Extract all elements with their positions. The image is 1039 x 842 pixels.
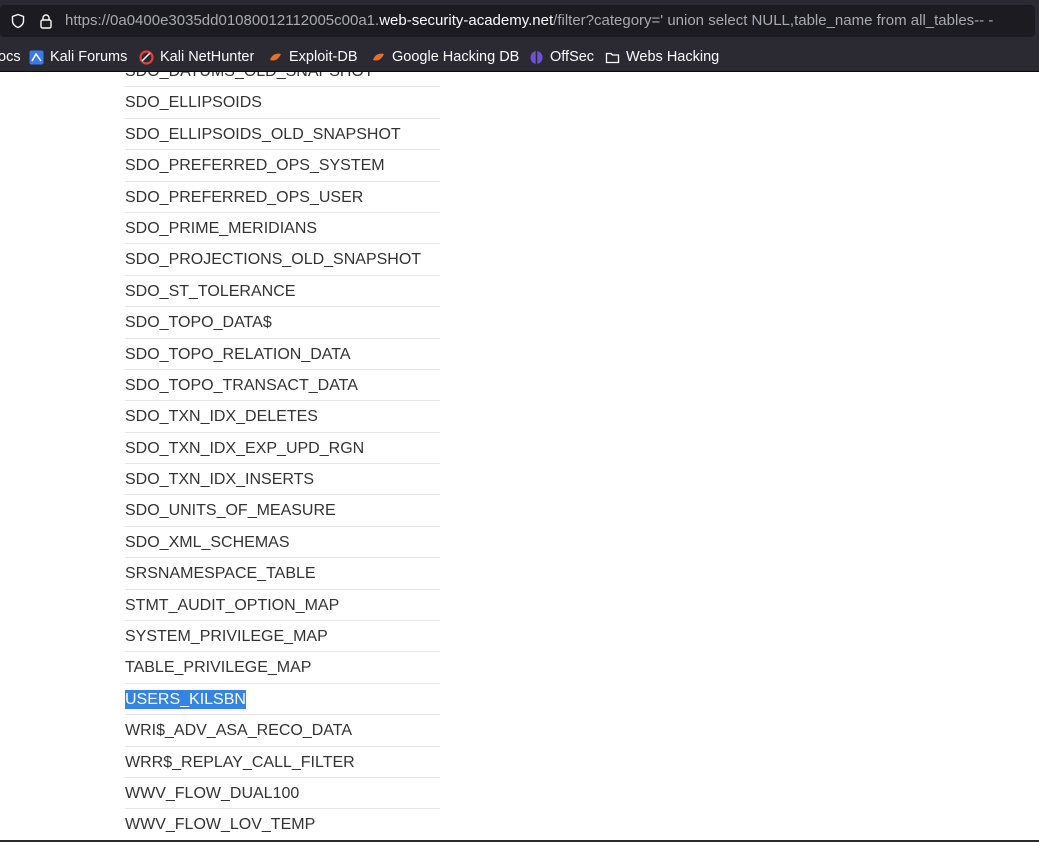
table-row: SDO_XML_SCHEMAS <box>125 527 440 559</box>
table-row: SDO_PRIME_MERIDIANS <box>125 213 440 245</box>
bookmark-label: Kali NetHunter <box>160 49 255 65</box>
shield-icon[interactable] <box>10 13 26 29</box>
url-host: web-security-academy.net <box>379 12 554 29</box>
table-row: SDO_TXN_IDX_DELETES <box>125 401 440 433</box>
google-hacking-db-icon <box>373 53 384 61</box>
bookmark-label: Google Hacking DB <box>392 49 520 65</box>
table-row: WWV_FLOW_DUAL100 <box>125 778 440 810</box>
table-name-cell: SDO_TOPO_DATA$ <box>125 314 272 332</box>
bookmarks-toolbar: ocs Kali Forums Kali NetHunter Exploit-D… <box>0 42 1039 72</box>
url-path: /filter?category=' union select NULL,tab… <box>553 12 994 29</box>
table-name-cell: WRI$_ADV_ASA_RECO_DATA <box>125 722 353 740</box>
bookmark-folder-webs-hacking[interactable]: Webs Hacking <box>605 47 719 67</box>
table-row: SDO_TOPO_TRANSACT_DATA <box>125 370 440 402</box>
url-text[interactable]: https://0a0400e3035dd01080012112005c00a1… <box>65 11 993 31</box>
table-name-cell: SDO_ELLIPSOIDS_OLD_SNAPSHOT <box>125 125 401 143</box>
page-content: SDO_DATUMS_OLD_SNAPSHOT SDO_ELLIPSOIDS SDO… <box>0 72 1039 840</box>
table-name-cell: SDO_PRIME_MERIDIANS <box>125 219 318 237</box>
table-name-cell: SDO_TOPO_TRANSACT_DATA <box>125 376 358 394</box>
browser-url-bar: https://0a0400e3035dd01080012112005c00a1… <box>0 0 1039 42</box>
table-row: USERS_KILSBN <box>125 684 440 716</box>
kali-forums-icon <box>29 50 44 64</box>
table-row: SRSNAMESPACE_TABLE <box>125 558 440 590</box>
table-name-cell: SDO_PROJECTIONS_OLD_SNAPSHOT <box>125 251 422 269</box>
table-name-cell: SDO_ELLIPSOIDS <box>125 94 262 112</box>
bookmark-offsec[interactable]: OffSec <box>529 47 594 67</box>
table-row: WRR$_REPLAY_CALL_FILTER <box>125 747 440 778</box>
table-row: SDO_UNITS_OF_MEASURE <box>125 495 440 527</box>
table-row: SDO_ST_TOLERANCE <box>125 276 440 308</box>
address-field[interactable]: https://0a0400e3035dd01080012112005c00a1… <box>0 5 1035 37</box>
table-name-cell: WWV_FLOW_DUAL100 <box>125 784 300 802</box>
bookmark-label: ocs <box>0 49 21 65</box>
bookmark-kali-nethunter[interactable]: Kali NetHunter <box>139 47 254 67</box>
table-row: SDO_ELLIPSOIDS_OLD_SNAPSHOT <box>125 119 440 151</box>
table-name-cell: SDO_DATUMS_OLD_SNAPSHOT <box>125 72 374 81</box>
bookmark-label: Exploit-DB <box>289 49 358 65</box>
bookmark-exploit-db[interactable]: Exploit-DB <box>268 47 358 67</box>
table-name-cell: TABLE_PRIVILEGE_MAP <box>125 659 312 677</box>
table-name-cell: SDO_UNITS_OF_MEASURE <box>125 502 336 520</box>
table-row: SDO_PREFERRED_OPS_SYSTEM <box>125 150 440 182</box>
lock-icon[interactable] <box>38 13 54 29</box>
table-row: SYSTEM_PRIVILEGE_MAP <box>125 621 440 653</box>
table-row: SDO_TOPO_RELATION_DATA <box>125 339 440 370</box>
url-prefix: https://0a0400e3035dd01080012112005c00a1… <box>65 12 380 29</box>
table-row: WRI$_ADV_ASA_RECO_DATA <box>125 715 440 747</box>
table-name-cell: SDO_TXN_IDX_INSERTS <box>125 471 315 489</box>
table-name-cell: WRR$_REPLAY_CALL_FILTER <box>125 753 355 771</box>
table-row: STMT_AUDIT_OPTION_MAP <box>125 590 440 622</box>
table-name-cell: SYSTEM_PRIVILEGE_MAP <box>125 628 328 646</box>
table-row: SDO_ELLIPSOIDS <box>125 87 440 119</box>
table-name-cell: SDO_TXN_IDX_EXP_UPD_RGN <box>125 439 365 457</box>
table-row: SDO_TOPO_DATA$ <box>125 307 440 339</box>
table-name-cell: SDO_PREFERRED_OPS_USER <box>125 188 364 206</box>
table-row: SDO_DATUMS_OLD_SNAPSHOT <box>125 72 440 88</box>
bookmark-kali-forums[interactable]: Kali Forums <box>29 47 127 67</box>
bookmark-label: Webs Hacking <box>626 49 720 65</box>
table-name-cell: SDO_XML_SCHEMAS <box>125 533 290 551</box>
table-name-cell: WWV_FLOW_LOV_TEMP <box>125 816 316 834</box>
table-name-cell: STMT_AUDIT_OPTION_MAP <box>125 596 340 614</box>
bookmark-label: Kali Forums <box>50 49 128 65</box>
table-name-cell: SDO_ST_TOLERANCE <box>125 282 296 300</box>
table-row: WWV_FLOW_LOV_TEMP <box>125 809 440 840</box>
table-name-cell: SDO_TOPO_RELATION_DATA <box>125 345 351 363</box>
table-name-cell: SDO_PREFERRED_OPS_SYSTEM <box>125 157 385 175</box>
offsec-icon <box>530 50 543 64</box>
folder-icon <box>605 52 620 63</box>
bookmark-google-hacking-db[interactable]: Google Hacking DB <box>371 47 519 67</box>
bookmark-docs[interactable]: ocs <box>0 47 21 67</box>
table-name-cell: SRSNAMESPACE_TABLE <box>125 565 316 583</box>
table-row: SDO_PREFERRED_OPS_USER <box>125 182 440 213</box>
selected-table-name: USERS_KILSBN <box>125 689 246 709</box>
table-row: SDO_PROJECTIONS_OLD_SNAPSHOT <box>125 244 440 276</box>
results-table: SDO_DATUMS_OLD_SNAPSHOT SDO_ELLIPSOIDS SDO… <box>125 72 440 840</box>
table-row: TABLE_PRIVILEGE_MAP <box>125 652 440 684</box>
table-name-cell: SDO_TXN_IDX_DELETES <box>125 408 318 426</box>
exploit-db-icon <box>270 53 281 61</box>
kali-nethunter-icon <box>139 49 154 65</box>
bookmark-label: OffSec <box>550 49 595 65</box>
table-row: SDO_TXN_IDX_INSERTS <box>125 464 440 496</box>
table-row: SDO_TXN_IDX_EXP_UPD_RGN <box>125 433 440 465</box>
